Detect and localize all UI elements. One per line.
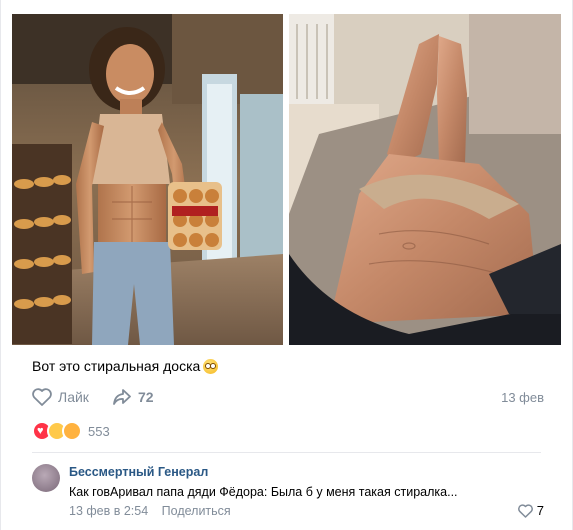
divider xyxy=(32,452,541,453)
comment-meta: 13 фев в 2:54 Поделиться xyxy=(69,504,231,518)
post-actions: Лайк 72 13 фев xyxy=(32,388,544,408)
reactions-summary[interactable]: 553 xyxy=(32,421,110,441)
like-button[interactable]: Лайк xyxy=(32,388,89,406)
post-text-content: Вот это стиральная доска xyxy=(32,358,201,374)
comment-like-count: 7 xyxy=(536,503,544,518)
share-button[interactable]: 72 xyxy=(112,388,154,406)
comment-share-link[interactable]: Поделиться xyxy=(162,504,231,518)
post-text: Вот это стиральная доска xyxy=(32,358,219,374)
photo-right[interactable] xyxy=(289,14,561,345)
like-label: Лайк xyxy=(58,389,89,405)
photo-left[interactable] xyxy=(12,14,283,345)
reactions-count: 553 xyxy=(88,423,110,439)
post-date[interactable]: 13 фев xyxy=(501,390,544,405)
comment-text: Как говАривал папа дяди Фёдора: Была б у… xyxy=(69,485,458,499)
heart-eyes-reaction-icon xyxy=(62,421,82,441)
comment-author[interactable]: Бессмертный Генерал xyxy=(69,465,208,479)
comment-date[interactable]: 13 фев в 2:54 xyxy=(69,504,148,518)
post-card: Вот это стиральная доска Лайк 72 13 фев … xyxy=(0,0,573,530)
heart-outline-icon xyxy=(517,503,533,518)
flushed-face-emoji-icon xyxy=(203,359,219,374)
share-arrow-icon xyxy=(113,389,131,405)
heart-outline-icon xyxy=(32,388,52,406)
comment-like-button[interactable]: 7 xyxy=(517,503,544,518)
avatar[interactable] xyxy=(32,464,60,492)
photo-grid xyxy=(12,14,561,345)
share-count: 72 xyxy=(138,389,154,405)
